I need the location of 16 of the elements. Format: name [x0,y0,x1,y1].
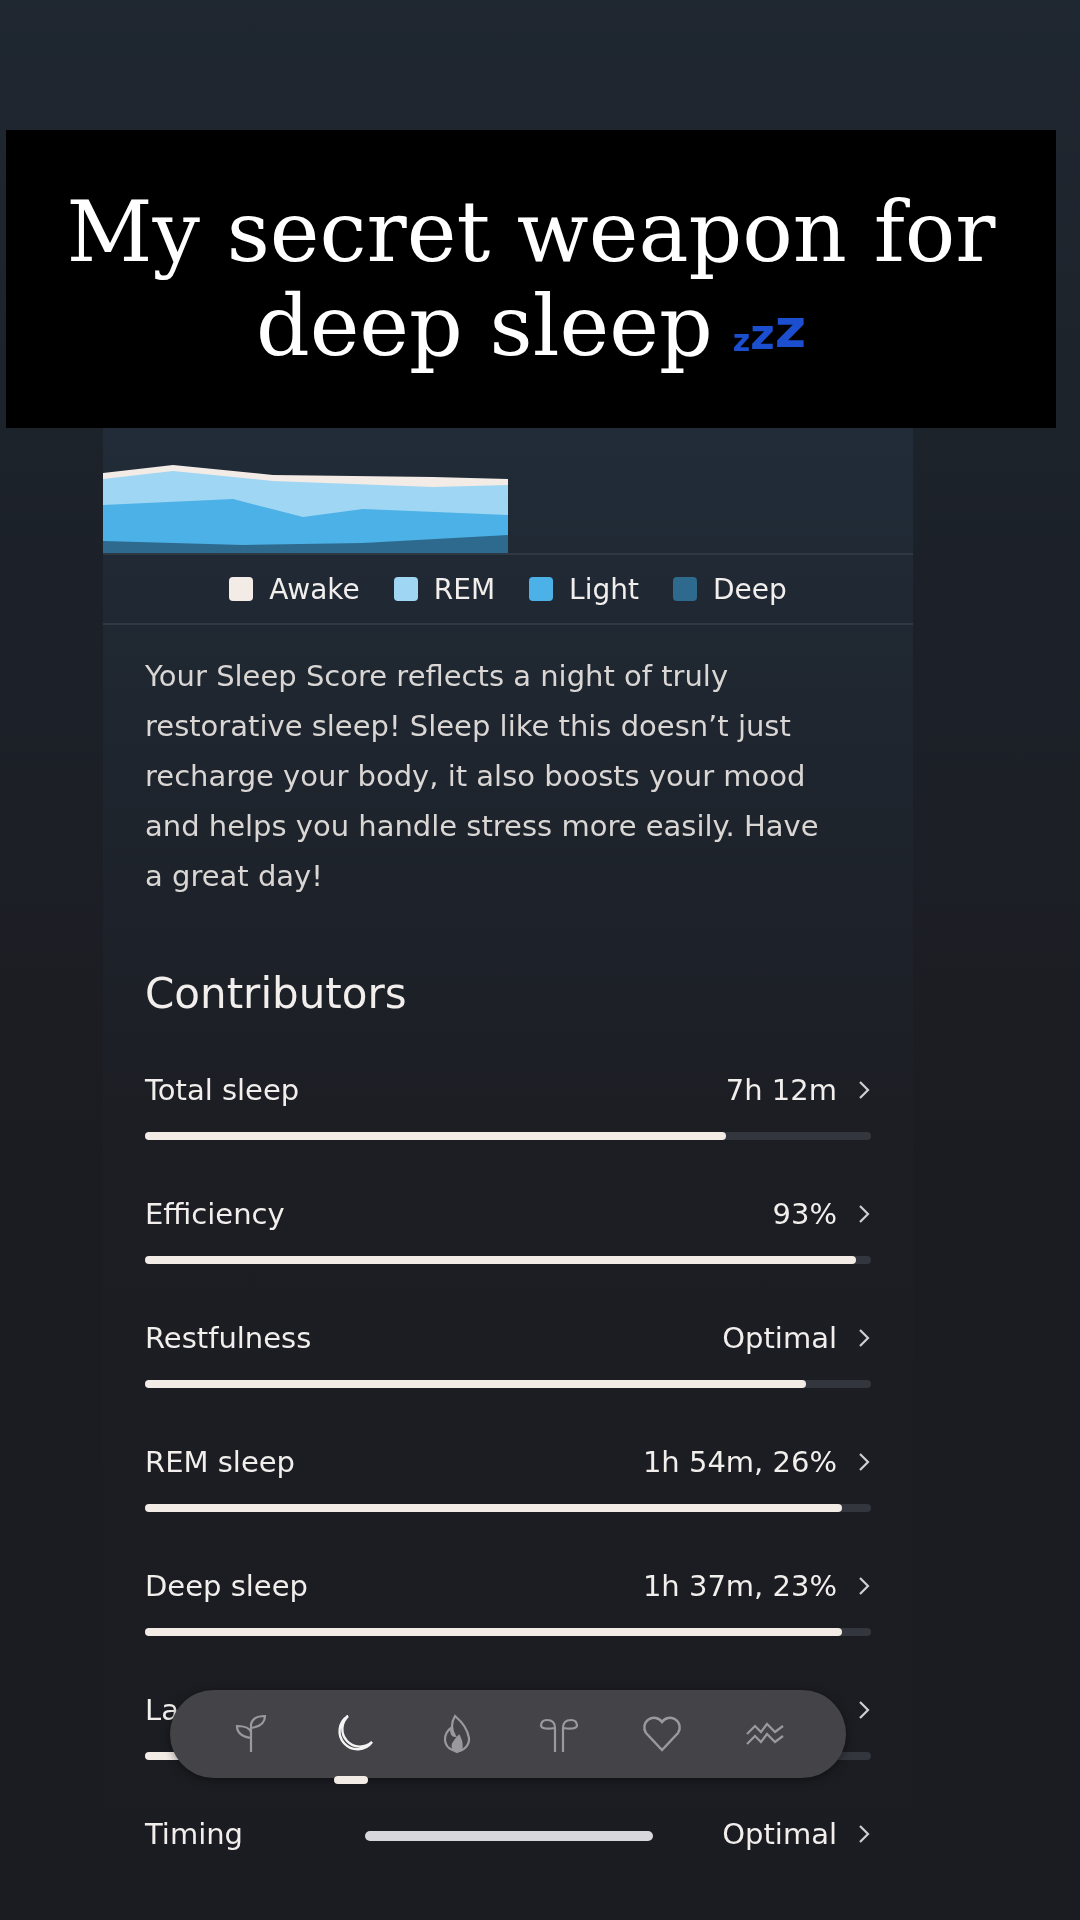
contributor-row[interactable]: Timing Optimal [145,1806,871,1862]
contributor-row[interactable]: REM sleep 1h 54m, 26% [145,1434,871,1490]
sleep-emoji: zzz [732,302,807,356]
legend-label: REM [433,572,496,606]
legend-label: Light [569,572,639,606]
contributor-row[interactable]: Efficiency 93% [145,1186,871,1242]
section-title: Contributors [145,969,408,1018]
contributor-row[interactable]: Restfulness Optimal [145,1310,871,1366]
contributor-row[interactable]: Deep sleep 1h 37m, 23% [145,1558,871,1614]
caption-text: deep sleep [255,279,713,374]
contributor-row[interactable]: Total sleep 7h 12m [145,1062,871,1118]
caption-text: My secret weapon for [66,184,996,279]
selected-indicator [333,1776,368,1784]
legend-label: Deep [712,572,787,606]
legend-label: Awake [269,572,360,606]
summary-text: Your Sleep Score reflects a night of truly restorative sleep! Sleep like this doesn’t just recharge your body, it also boosts your mood and helps you handle stress more easily. Have a great day! [145,658,820,895]
